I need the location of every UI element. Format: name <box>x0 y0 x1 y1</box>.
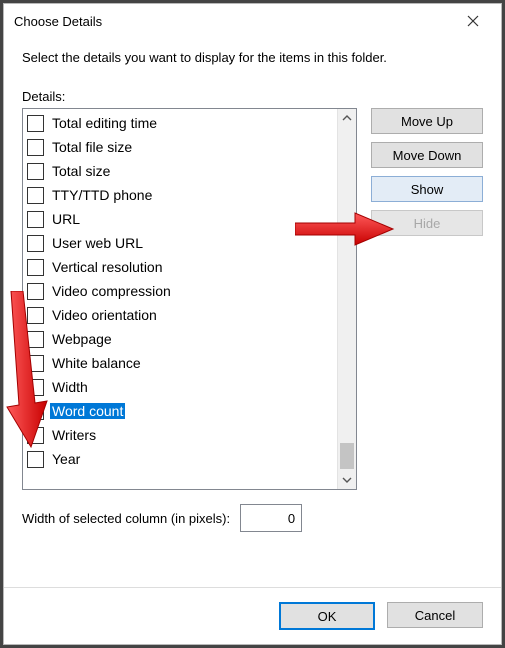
list-item[interactable]: White balance <box>23 351 337 375</box>
list-item-label: Vertical resolution <box>50 259 165 275</box>
checkbox[interactable] <box>27 163 44 180</box>
checkbox[interactable] <box>27 115 44 132</box>
checkbox[interactable] <box>27 355 44 372</box>
list-item-label: Total editing time <box>50 115 159 131</box>
dialog-body: Select the details you want to display f… <box>4 38 501 587</box>
list-item-label: Year <box>50 451 82 467</box>
list-item-label: White balance <box>50 355 143 371</box>
list-item-label: Total file size <box>50 139 134 155</box>
checkbox[interactable] <box>27 379 44 396</box>
list-item[interactable]: Video compression <box>23 279 337 303</box>
list-item[interactable]: User web URL <box>23 231 337 255</box>
list-item-label: Width <box>50 379 90 395</box>
side-buttons: Move Up Move Down Show Hide <box>371 108 483 236</box>
scrollbar[interactable] <box>337 109 356 489</box>
list-item-label: Video orientation <box>50 307 159 323</box>
details-listbox-wrap: Total editing time Total file size Total s… <box>22 108 357 490</box>
list-item[interactable]: Total file size <box>23 135 337 159</box>
hide-button: Hide <box>371 210 483 236</box>
scroll-track[interactable] <box>338 127 356 471</box>
list-item-label: Webpage <box>50 331 114 347</box>
checkbox[interactable] <box>27 331 44 348</box>
list-item-label: URL <box>50 211 82 227</box>
list-item-label: Word count <box>50 403 125 419</box>
checkbox[interactable] <box>27 139 44 156</box>
close-button[interactable] <box>451 7 495 35</box>
checkbox[interactable] <box>27 235 44 252</box>
window-title: Choose Details <box>14 14 451 29</box>
checkbox[interactable] <box>27 187 44 204</box>
list-item-label: Writers <box>50 427 98 443</box>
close-icon <box>467 15 479 27</box>
details-listbox[interactable]: Total editing time Total file size Total s… <box>22 108 357 490</box>
width-label: Width of selected column (in pixels): <box>22 511 230 526</box>
checkbox[interactable] <box>27 451 44 468</box>
list-item[interactable]: Width <box>23 375 337 399</box>
list-item[interactable]: Video orientation <box>23 303 337 327</box>
list-item-label: User web URL <box>50 235 145 251</box>
list-item[interactable]: Year <box>23 447 337 471</box>
list-item[interactable]: Total editing time <box>23 111 337 135</box>
checkbox[interactable] <box>27 307 44 324</box>
screenshot-frame: Choose Details Select the details you wa… <box>0 0 505 648</box>
details-label: Details: <box>22 89 483 104</box>
chevron-down-icon <box>342 475 352 485</box>
title-bar: Choose Details <box>4 4 501 38</box>
width-row: Width of selected column (in pixels): <box>22 504 483 532</box>
list-item[interactable]: Total size <box>23 159 337 183</box>
checkbox[interactable] <box>27 211 44 228</box>
list-item[interactable]: Vertical resolution <box>23 255 337 279</box>
checkbox[interactable] <box>27 283 44 300</box>
move-down-button[interactable]: Move Down <box>371 142 483 168</box>
ok-button[interactable]: OK <box>279 602 375 630</box>
scroll-up-button[interactable] <box>338 109 356 127</box>
list-item-label: Total size <box>50 163 112 179</box>
list-item-label: Video compression <box>50 283 173 299</box>
cancel-button[interactable]: Cancel <box>387 602 483 628</box>
list-item[interactable]: Webpage <box>23 327 337 351</box>
list-item[interactable]: URL <box>23 207 337 231</box>
list-item-label: TTY/TTD phone <box>50 187 154 203</box>
checkbox[interactable] <box>27 403 44 420</box>
list-item[interactable]: Writers <box>23 423 337 447</box>
move-up-button[interactable]: Move Up <box>371 108 483 134</box>
dialog-window: Choose Details Select the details you wa… <box>3 3 502 645</box>
list-item[interactable]: TTY/TTD phone <box>23 183 337 207</box>
scroll-thumb[interactable] <box>340 443 354 469</box>
scroll-down-button[interactable] <box>338 471 356 489</box>
list-item[interactable]: Word count <box>23 399 337 423</box>
chevron-up-icon <box>342 113 352 123</box>
details-row: Total editing time Total file size Total s… <box>22 108 483 490</box>
checkbox[interactable] <box>27 427 44 444</box>
checkbox[interactable] <box>27 259 44 276</box>
width-input[interactable] <box>240 504 302 532</box>
dialog-footer: OK Cancel <box>4 587 501 644</box>
show-button[interactable]: Show <box>371 176 483 202</box>
instruction-text: Select the details you want to display f… <box>22 50 483 65</box>
